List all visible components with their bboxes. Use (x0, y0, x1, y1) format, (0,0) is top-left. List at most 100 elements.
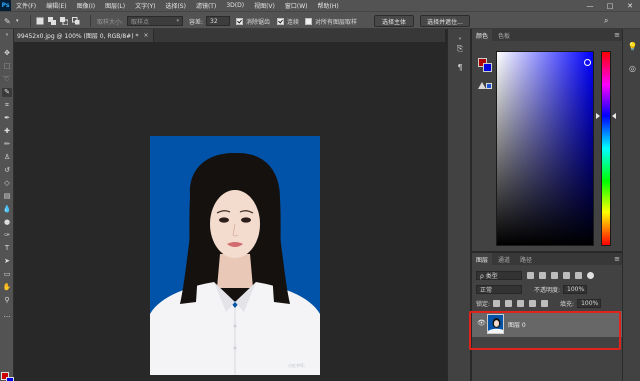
tolerance-input[interactable]: 32 (206, 16, 230, 26)
blur-tool-icon[interactable]: 💧 (2, 205, 12, 214)
lock-pixels-icon[interactable] (505, 299, 513, 307)
anti-alias-checkbox[interactable] (236, 17, 243, 25)
menu-3d[interactable]: 3D(D) (221, 2, 249, 9)
contiguous-checkbox[interactable] (277, 17, 284, 25)
tab-swatches[interactable]: 色板 (494, 29, 514, 41)
background-color-swatch[interactable] (483, 63, 492, 72)
menu-select[interactable]: 选择(S) (160, 1, 191, 10)
sample-size-select[interactable]: 取样点 ▾ (127, 16, 183, 26)
adjustments-icon[interactable]: ◎ (627, 63, 638, 74)
marquee-tool-icon[interactable]: ⬚ (2, 62, 12, 71)
color-panel-tabs: 颜色 色板 ≡ (472, 29, 622, 41)
color-panel-swatches[interactable] (478, 58, 492, 72)
zoom-tool-icon[interactable]: ⚲ (2, 296, 12, 305)
chevron-down-icon: ▾ (176, 18, 179, 24)
close-tab-icon[interactable]: × (143, 32, 148, 39)
healing-brush-tool-icon[interactable]: ✚ (2, 127, 12, 136)
brush-tool-icon[interactable]: ✏ (2, 140, 12, 149)
sample-all-layers-option[interactable]: 对所有图层取样 (305, 16, 357, 26)
path-selection-tool-icon[interactable]: ➤ (2, 257, 12, 266)
shape-filter-icon[interactable] (563, 271, 570, 279)
pixel-filter-icon[interactable] (527, 271, 534, 279)
menu-type[interactable]: 文字(Y) (130, 1, 160, 10)
type-tool-icon[interactable]: T (2, 244, 12, 253)
menu-view[interactable]: 视图(V) (249, 1, 280, 10)
menu-help[interactable]: 帮助(H) (313, 1, 344, 10)
gamut-warning-icon[interactable] (478, 82, 486, 89)
layer-filter-select[interactable]: ρ 类型 (476, 270, 522, 280)
sample-all-layers-checkbox[interactable] (305, 17, 312, 25)
close-window-button[interactable]: ✕ (620, 0, 640, 11)
move-tool-icon[interactable]: ✥ (2, 49, 12, 58)
select-subject-button[interactable]: 选择主体 (374, 15, 414, 27)
hue-slider[interactable] (601, 51, 611, 246)
panel-menu-icon[interactable]: ≡ (614, 255, 620, 263)
filter-toggle-icon[interactable] (587, 271, 594, 279)
eraser-tool-icon[interactable]: ◇ (2, 179, 12, 188)
history-brush-tool-icon[interactable]: ↺ (2, 166, 12, 175)
smart-object-filter-icon[interactable] (575, 271, 582, 279)
lock-position-icon[interactable] (517, 299, 525, 307)
document-tab[interactable]: 99452x0.jpg @ 100% (图层 0, RGB/8#) * × (14, 29, 154, 42)
tool-preset-dropdown-icon[interactable]: ▾ (16, 16, 19, 26)
new-selection-icon[interactable] (36, 17, 44, 25)
tab-channels[interactable]: 通道 (494, 253, 514, 265)
minimize-button[interactable]: — (580, 0, 600, 11)
more-tools-icon[interactable]: … (2, 311, 12, 320)
crop-tool-icon[interactable]: ⌗ (2, 101, 12, 110)
saturation-brightness-field[interactable] (496, 51, 594, 246)
subtract-from-selection-icon[interactable] (60, 17, 68, 25)
select-and-mask-button[interactable]: 选择并遮住... (420, 15, 470, 27)
menu-filter[interactable]: 滤镜(T) (191, 1, 221, 10)
background-color-swatch[interactable] (6, 377, 14, 381)
opacity-input[interactable]: 100% (563, 284, 588, 294)
menu-file[interactable]: 文件(F) (11, 1, 41, 10)
magic-wand-tool-icon[interactable]: ✎ (2, 88, 12, 97)
search-icon[interactable]: ⌕ (604, 16, 608, 26)
menu-layer[interactable]: 图层(L) (100, 1, 130, 10)
adjustment-filter-icon[interactable] (539, 271, 546, 279)
panel-menu-icon[interactable]: ≡ (614, 31, 620, 39)
tab-color[interactable]: 颜色 (472, 29, 493, 41)
menu-image[interactable]: 图像(I) (72, 1, 100, 10)
tab-paths[interactable]: 路径 (516, 253, 536, 265)
blend-opacity-row: 正常 不透明度: 100% (476, 284, 588, 294)
right-icon-column: 💡 ◎ (622, 29, 640, 381)
foreground-background-colors[interactable] (1, 372, 14, 381)
eyedropper-tool-icon[interactable]: ✒ (2, 114, 12, 123)
lock-all-icon[interactable] (541, 299, 549, 307)
color-picker-cursor[interactable] (584, 59, 591, 66)
separator (90, 15, 91, 27)
contiguous-option[interactable]: 连续 (277, 16, 299, 26)
clone-stamp-tool-icon[interactable]: ♙ (2, 153, 12, 162)
canvas-area[interactable]: 小红书号: (15, 42, 445, 381)
type-filter-icon[interactable] (551, 271, 558, 279)
menu-window[interactable]: 窗口(W) (280, 1, 313, 10)
add-to-selection-icon[interactable] (48, 17, 56, 25)
tab-layers[interactable]: 图层 (472, 253, 493, 265)
lock-artboard-icon[interactable] (529, 299, 537, 307)
rectangle-tool-icon[interactable]: ▭ (2, 270, 12, 279)
hand-tool-icon[interactable]: ✋ (2, 283, 12, 292)
lasso-tool-icon[interactable]: ➰ (2, 75, 12, 84)
anti-alias-option[interactable]: 消除锯齿 (236, 16, 270, 26)
history-icon[interactable]: ⎘ (454, 43, 466, 55)
gradient-tool-icon[interactable]: ▤ (2, 192, 12, 201)
sample-all-layers-label: 对所有图层取样 (315, 18, 358, 26)
fill-input[interactable]: 100% (577, 298, 602, 308)
hue-slider-left-arrow[interactable] (596, 113, 600, 119)
intersect-selection-icon[interactable] (72, 17, 80, 25)
maximize-button[interactable]: □ (600, 0, 620, 11)
menu-edit[interactable]: 编辑(E) (41, 1, 71, 10)
blend-mode-select[interactable]: 正常 (476, 284, 522, 294)
magic-wand-tool-icon[interactable]: ✎ (4, 16, 11, 26)
paragraph-icon[interactable]: ¶ (454, 61, 466, 73)
lock-transparent-icon[interactable] (493, 299, 501, 307)
pen-tool-icon[interactable]: ✑ (2, 231, 12, 240)
gamut-color-swatch[interactable] (486, 83, 492, 89)
panel-collapse-icon[interactable]: » (2, 31, 12, 40)
dodge-tool-icon[interactable]: ● (2, 218, 12, 227)
hue-slider-right-arrow[interactable] (612, 113, 616, 119)
learn-lightbulb-icon[interactable]: 💡 (627, 41, 638, 52)
document-tab-bar: 99452x0.jpg @ 100% (图层 0, RGB/8#) * × (14, 29, 445, 42)
